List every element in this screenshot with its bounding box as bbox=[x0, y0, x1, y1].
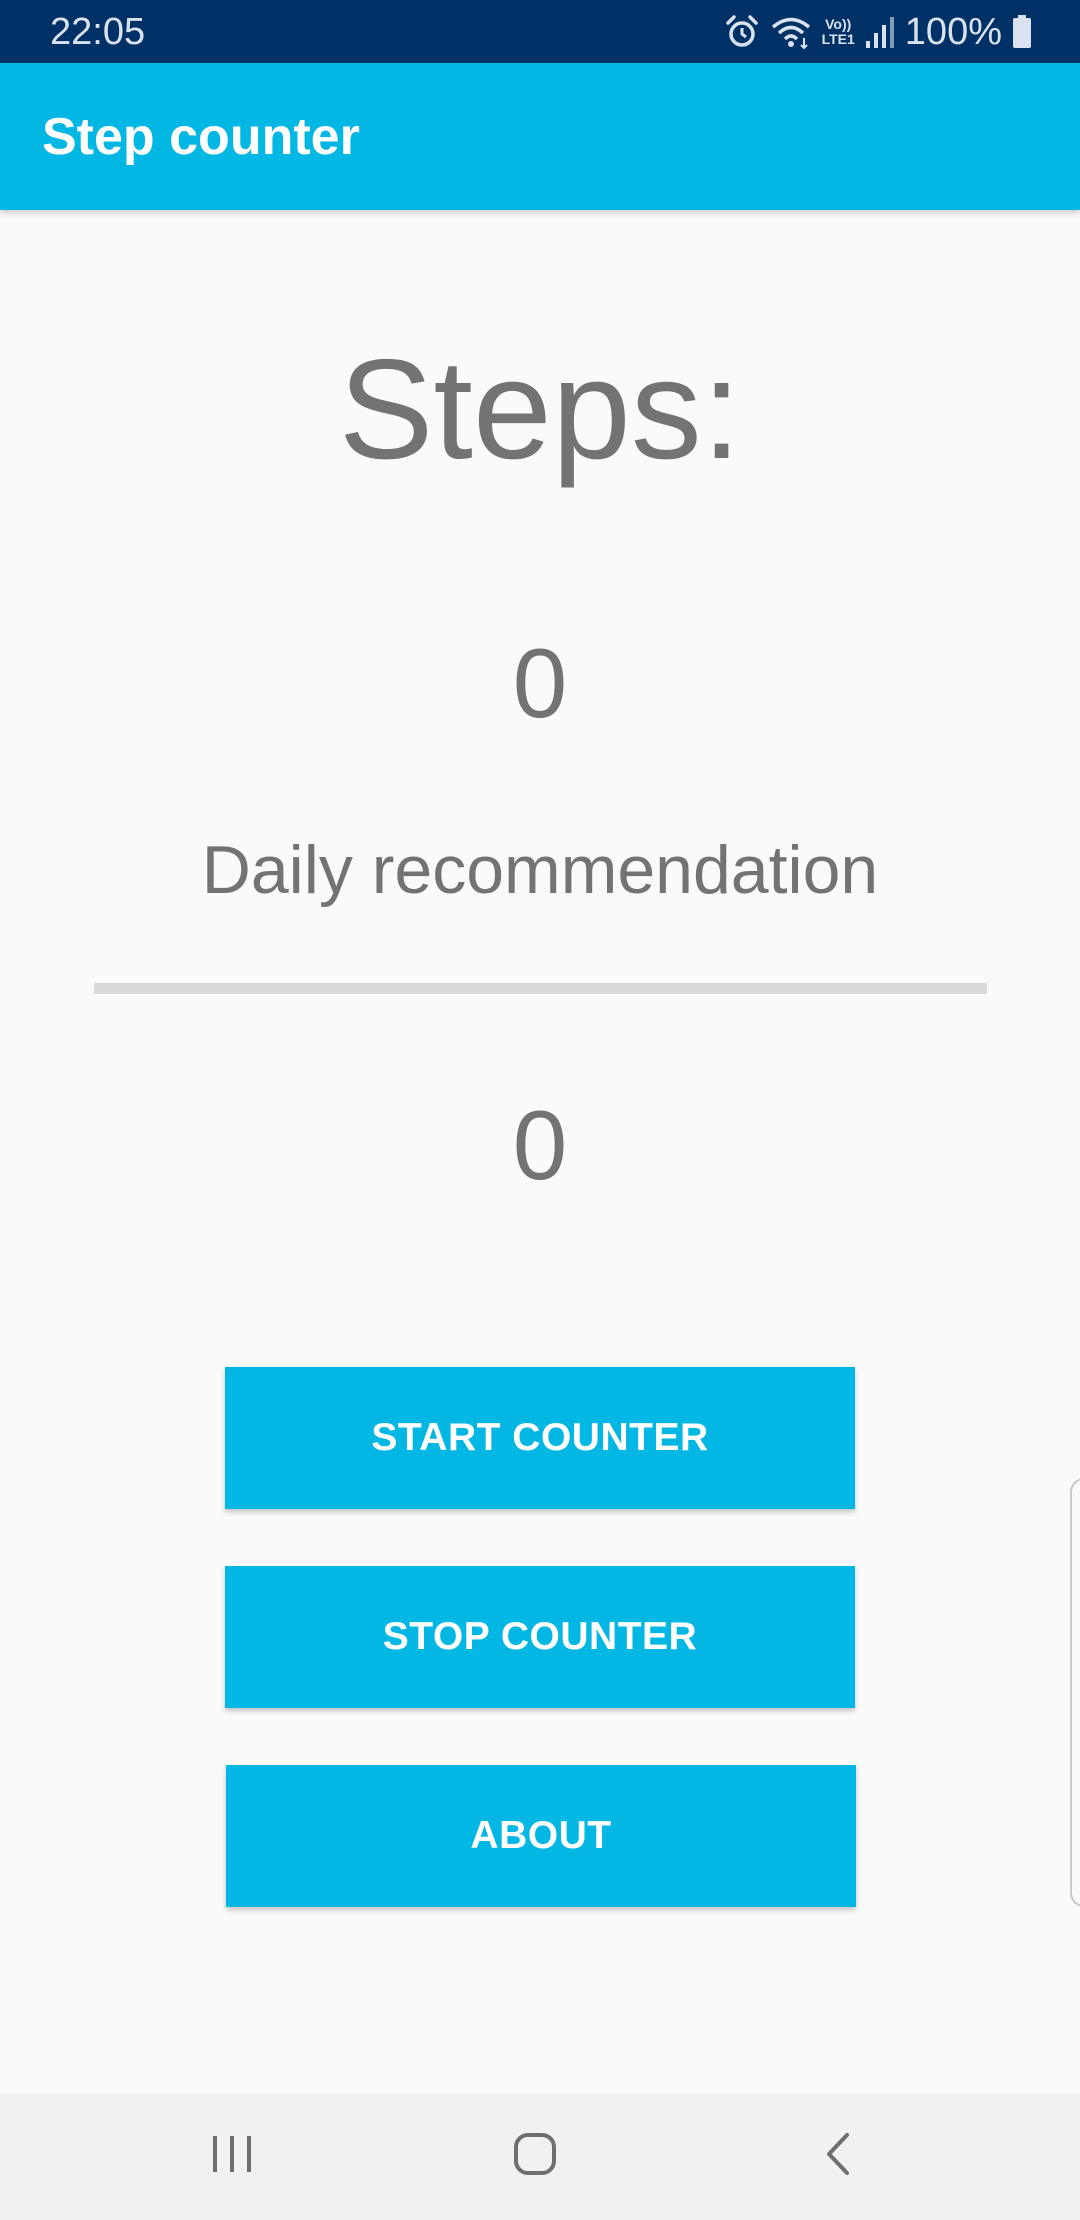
app-title: Step counter bbox=[42, 108, 360, 166]
signal-icon bbox=[865, 15, 895, 49]
battery-percent: 100% bbox=[904, 11, 1002, 53]
recents-button[interactable] bbox=[152, 2093, 312, 2220]
daily-recommendation-label: Daily recommendation bbox=[201, 832, 879, 908]
volte-lte-icon: Vo)) LTE1 bbox=[822, 17, 855, 47]
volte-label: Vo)) bbox=[825, 16, 852, 32]
recommendation-value: 0 bbox=[512, 1090, 568, 1200]
alarm-icon bbox=[724, 14, 760, 50]
navigation-bar bbox=[0, 2093, 1080, 2220]
daily-progress-bar bbox=[94, 983, 987, 994]
recents-icon bbox=[209, 2134, 255, 2179]
status-icons: Vo)) LTE1 100% bbox=[724, 10, 1032, 54]
screen: 22:05 Vo)) LTE1 100% Step counter Steps:… bbox=[0, 0, 1080, 2220]
stop-counter-button[interactable]: STOP COUNTER bbox=[225, 1566, 855, 1708]
steps-label: Steps: bbox=[338, 330, 742, 489]
battery-icon bbox=[1012, 15, 1032, 49]
home-icon bbox=[512, 2131, 558, 2182]
about-button[interactable]: ABOUT bbox=[226, 1765, 856, 1907]
back-icon bbox=[823, 2131, 853, 2182]
step-count-value: 0 bbox=[512, 628, 568, 738]
edge-panel-handle[interactable] bbox=[1070, 1478, 1080, 1907]
wifi-icon bbox=[770, 14, 812, 50]
app-bar: Step counter bbox=[0, 63, 1080, 210]
status-bar: 22:05 Vo)) LTE1 100% bbox=[0, 0, 1080, 63]
start-counter-button[interactable]: START COUNTER bbox=[225, 1367, 855, 1509]
back-button[interactable] bbox=[758, 2093, 918, 2220]
home-button[interactable] bbox=[455, 2093, 615, 2220]
lte-label: LTE1 bbox=[821, 31, 855, 47]
status-time: 22:05 bbox=[50, 11, 146, 53]
